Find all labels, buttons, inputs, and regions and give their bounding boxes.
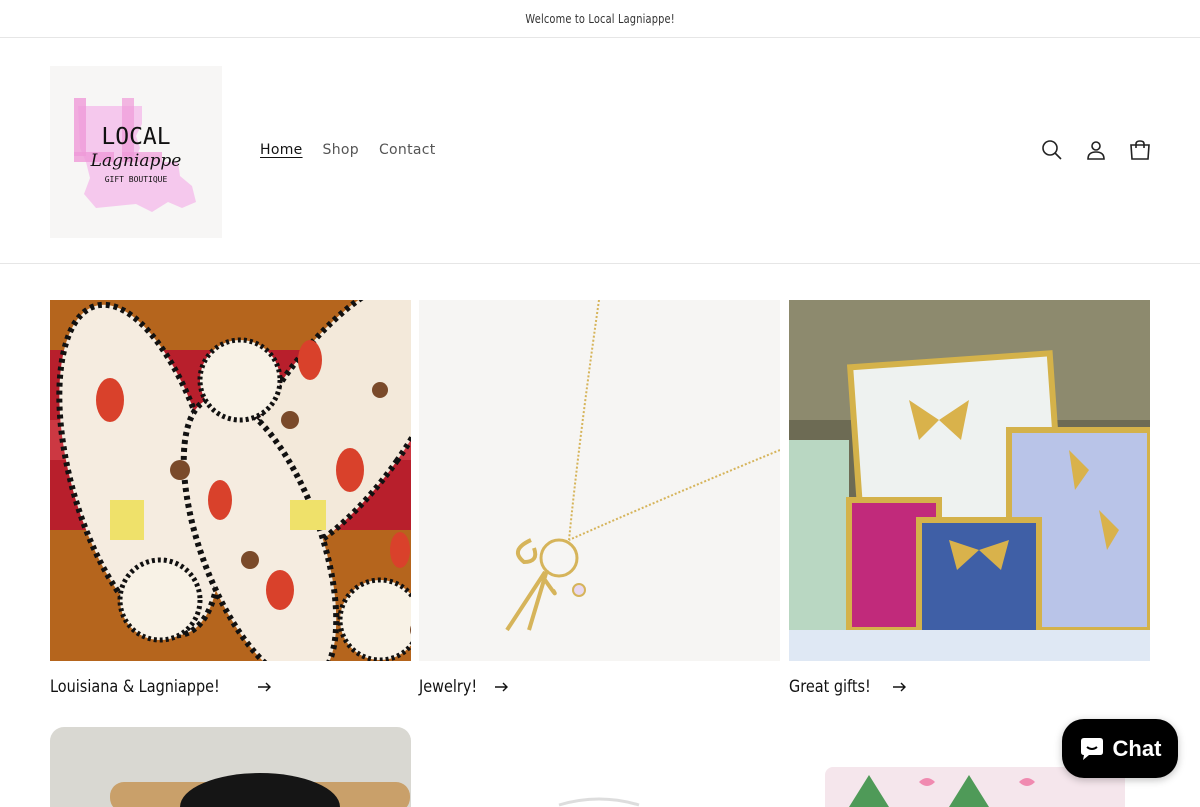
nav-contact[interactable]: Contact <box>369 138 446 162</box>
collection-card-row2-1[interactable] <box>50 727 411 807</box>
account-icon[interactable] <box>1074 128 1118 172</box>
chat-button[interactable]: Chat <box>1062 719 1178 778</box>
nav-home[interactable]: Home <box>250 138 313 162</box>
chat-label: Chat <box>1112 735 1162 761</box>
announcement-text: Welcome to Local Lagniappe! <box>525 11 675 26</box>
announcement-bar: Welcome to Local Lagniappe! <box>0 0 1200 38</box>
nav-shop[interactable]: Shop <box>313 138 369 162</box>
collection-card-row2-2[interactable] <box>419 727 780 807</box>
chat-bubble-icon <box>1080 737 1103 760</box>
logo-graphic: LOCAL Lagniappe GIFT BOUTIQUE <box>50 66 222 238</box>
collection-card-louisiana[interactable]: Louisiana & Lagniappe! <box>50 300 411 697</box>
cart-icon[interactable] <box>1118 128 1162 172</box>
svg-text:LOCAL: LOCAL <box>101 124 170 150</box>
arrow-right-icon <box>893 682 907 692</box>
header-icons <box>1030 128 1162 172</box>
collection-title-gifts[interactable]: Great gifts! <box>789 677 1150 697</box>
svg-text:GIFT BOUTIQUE: GIFT BOUTIQUE <box>105 175 168 184</box>
arrow-right-icon <box>257 682 271 692</box>
arrow-right-icon <box>495 682 509 692</box>
collection-title-jewelry[interactable]: Jewelry! <box>419 677 780 697</box>
collection-card-jewelry[interactable]: Jewelry! <box>419 300 780 697</box>
svg-text:Lagniappe: Lagniappe <box>90 151 182 171</box>
collection-title-louisiana[interactable]: Louisiana & Lagniappe! <box>50 677 411 697</box>
search-icon[interactable] <box>1030 128 1074 172</box>
site-header: LOCAL Lagniappe GIFT BOUTIQUE Home Shop … <box>0 38 1200 264</box>
collection-card-gifts[interactable]: Great gifts! <box>789 300 1150 697</box>
store-logo[interactable]: LOCAL Lagniappe GIFT BOUTIQUE <box>50 66 222 238</box>
collection-image-jewelry[interactable] <box>419 300 780 661</box>
collection-image-gifts[interactable] <box>789 300 1150 661</box>
collection-image-louisiana[interactable] <box>50 300 411 661</box>
main-nav: Home Shop Contact <box>250 138 446 162</box>
